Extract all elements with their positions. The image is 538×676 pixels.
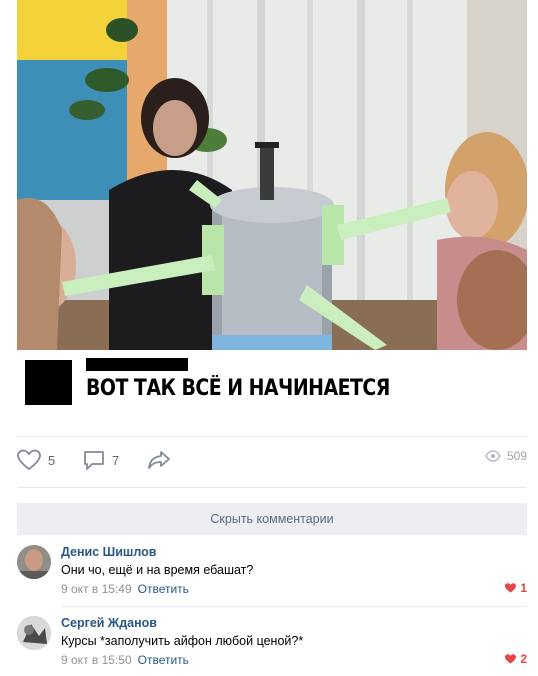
comment-author[interactable]: Денис Шишлов	[61, 545, 156, 559]
heart-filled-icon	[505, 583, 517, 593]
comment-item: Денис Шишлов Они чо, ещё и на время ебаш…	[17, 545, 527, 605]
divider	[17, 436, 527, 437]
like-count: 5	[48, 452, 56, 468]
comment-meta: 9 окт в 15:49 Ответить	[61, 582, 189, 596]
post-actions: 5 7 509	[17, 449, 527, 475]
redacted-avatar-block	[25, 360, 72, 405]
comment-like-count: 2	[520, 652, 527, 666]
redacted-name-bar	[86, 358, 188, 371]
comment-time[interactable]: 9 окт в 15:50	[61, 653, 132, 667]
avatar[interactable]	[17, 545, 51, 579]
comment-item: Сергей Жданов Курсы *заполучить айфон лю…	[17, 616, 527, 676]
comment-author[interactable]: Сергей Жданов	[61, 616, 157, 630]
comment-time[interactable]: 9 окт в 15:49	[61, 582, 132, 596]
comment-text: Курсы *заполучить айфон любой ценой?*	[61, 634, 304, 648]
comment-count: 7	[112, 452, 120, 468]
heart-filled-icon	[505, 654, 517, 664]
comment-meta: 9 окт в 15:50 Ответить	[61, 653, 189, 667]
eye-icon	[485, 450, 501, 462]
avatar[interactable]	[17, 616, 51, 650]
reply-link[interactable]: Ответить	[138, 653, 189, 667]
comment-like-button[interactable]: 1	[505, 581, 527, 595]
comment-like-button[interactable]: 2	[505, 652, 527, 666]
comment-icon	[84, 451, 104, 470]
like-button[interactable]: 5	[17, 449, 55, 471]
divider	[61, 606, 527, 607]
share-button[interactable]	[147, 449, 171, 471]
post-caption: ВОТ ТАК ВСЁ И НАЧИНАЕТСЯ	[86, 376, 390, 401]
divider	[17, 487, 527, 488]
views-count: 509	[506, 449, 527, 463]
views-counter: 509	[485, 449, 527, 463]
comment-text: Они чо, ещё и на время ебашат?	[61, 563, 254, 577]
comment-button[interactable]: 7	[83, 449, 119, 471]
share-arrow-icon	[148, 451, 170, 469]
post-photo[interactable]	[17, 0, 527, 350]
comment-like-count: 1	[520, 581, 527, 595]
heart-icon	[17, 449, 41, 471]
hide-comments-button[interactable]: Скрыть комментарии	[17, 503, 527, 535]
reply-link[interactable]: Ответить	[138, 582, 189, 596]
